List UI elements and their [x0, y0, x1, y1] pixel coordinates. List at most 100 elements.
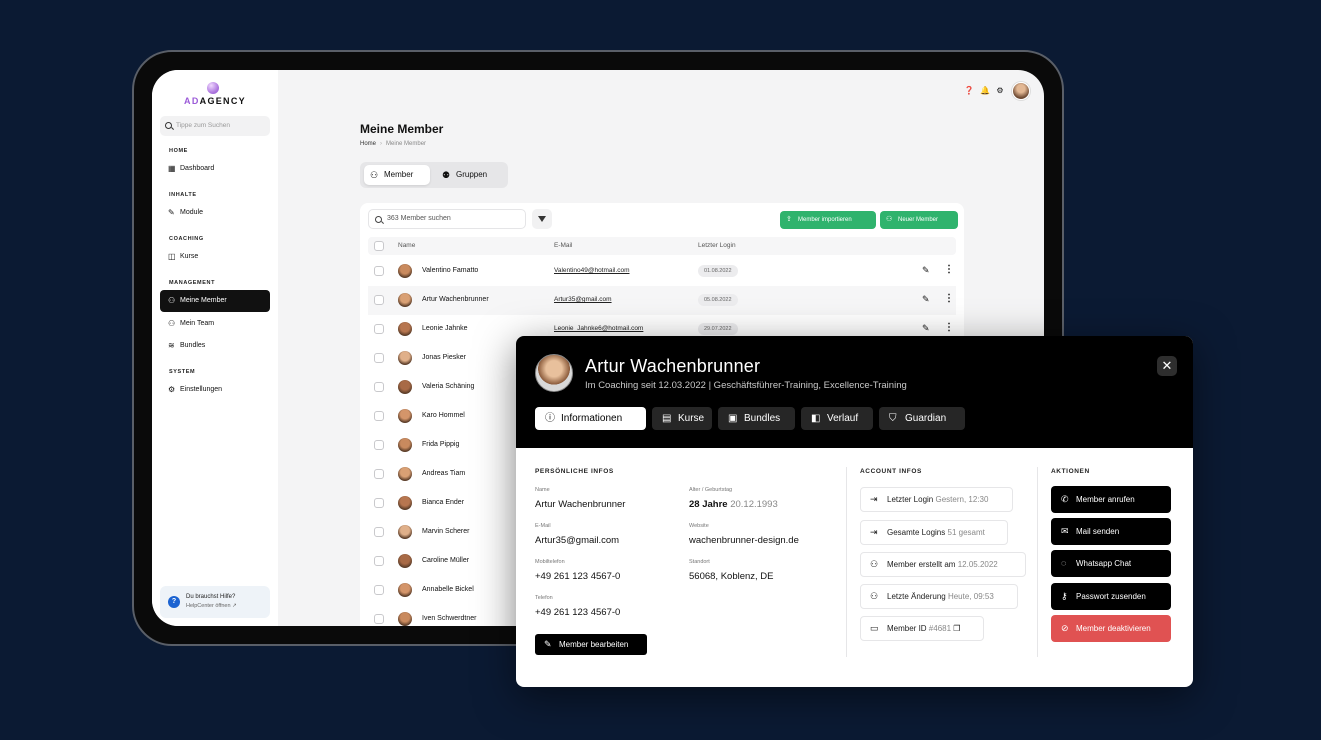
member-name[interactable]: Andreas Tiam [422, 470, 465, 477]
more-icon[interactable]: ⋮ [944, 293, 954, 304]
copy-icon[interactable]: ❐ [953, 624, 960, 633]
tab-verlauf[interactable]: ◧ Verlauf [801, 407, 873, 430]
member-name[interactable]: Frida Pippig [422, 441, 459, 448]
member-name[interactable]: Valeria Schäning [422, 383, 474, 390]
name-value: Artur Wachenbrunner [535, 499, 626, 510]
member-name[interactable]: Caroline Müller [422, 557, 469, 564]
tab-kurse[interactable]: ▤ Kurse [652, 407, 712, 430]
sidebar-item-kurse[interactable]: ◫ Kurse [160, 246, 270, 268]
send-password-button[interactable]: ⚷ Passwort zusenden [1051, 583, 1171, 610]
row-checkbox[interactable] [374, 585, 384, 595]
member-name[interactable]: Marvin Scherer [422, 528, 469, 535]
row-checkbox[interactable] [374, 527, 384, 537]
sidebar: ADAGENCY Tippe zum Suchen HOME ▦ Dashboar… [152, 70, 278, 626]
member-email[interactable]: Valentino49@hotmail.com [554, 267, 630, 274]
tab-bundles[interactable]: ▣ Bundles [718, 407, 795, 430]
column-name[interactable]: Name [398, 242, 415, 249]
tab-member[interactable]: ⚇ Member [364, 165, 430, 185]
column-email[interactable]: E-Mail [554, 242, 572, 249]
tab-guardian[interactable]: ⛉ Guardian [879, 407, 965, 430]
website-value[interactable]: wachenbrunner-design.de [689, 535, 799, 546]
ban-icon: ⊘ [1061, 623, 1069, 633]
breadcrumb-home[interactable]: Home [360, 141, 376, 147]
sidebar-item-meine-member[interactable]: ⚇ Meine Member [160, 290, 270, 312]
edit-icon[interactable]: ✎ [922, 323, 930, 334]
more-icon[interactable]: ⋮ [944, 322, 954, 333]
account-created: ⚇ Member erstellt am 12.05.2022 [860, 552, 1026, 577]
call-member-button[interactable]: ✆ Member anrufen [1051, 486, 1171, 513]
member-name[interactable]: Annabelle Bickel [422, 586, 474, 593]
stack-icon: ≋ [168, 341, 175, 350]
select-all-checkbox[interactable] [374, 241, 384, 251]
sidebar-item-module[interactable]: ✎ Module [160, 202, 270, 224]
add-user-icon: ⚇ [886, 216, 893, 223]
member-name[interactable]: Leonie Jahnke [422, 325, 468, 332]
whatsapp-chat-button[interactable]: ◌ Whatsapp Chat [1051, 550, 1171, 577]
column-last-login[interactable]: Letzter Login [698, 242, 736, 249]
table-row[interactable]: Valentino Famatto Valentino49@hotmail.com… [368, 257, 956, 286]
email-label: E-Mail [535, 523, 551, 529]
avatar [398, 612, 412, 626]
sidebar-search-input[interactable]: Tippe zum Suchen [160, 116, 270, 136]
row-checkbox[interactable] [374, 440, 384, 450]
row-checkbox[interactable] [374, 614, 384, 624]
import-icon: ⇪ [786, 216, 792, 223]
mail-icon: ✉ [1061, 526, 1069, 536]
edit-icon[interactable]: ✎ [922, 294, 930, 305]
member-name[interactable]: Valentino Famatto [422, 267, 478, 274]
member-email[interactable]: Leonie_Jahnke6@hotmail.com [554, 325, 643, 332]
last-login-badge: 29.07.2022 [698, 323, 738, 335]
row-checkbox[interactable] [374, 382, 384, 392]
sidebar-item-mein-team[interactable]: ⚇ Mein Team [160, 313, 270, 335]
help-center-card[interactable]: ? Du brauchst Hilfe? HelpCenter öffnen ↗ [160, 586, 270, 618]
more-icon[interactable]: ⋮ [944, 264, 954, 275]
send-mail-button[interactable]: ✉ Mail senden [1051, 518, 1171, 545]
help-icon: ? [168, 596, 180, 608]
row-checkbox[interactable] [374, 266, 384, 276]
member-name[interactable]: Artur Wachenbrunner [422, 296, 489, 303]
user-edit-icon: ⚇ [870, 591, 879, 601]
row-checkbox[interactable] [374, 469, 384, 479]
import-member-button[interactable]: ⇪ Member importieren [780, 211, 876, 229]
tab-gruppen[interactable]: ⚉ Gruppen [436, 165, 502, 185]
member-name: Artur Wachenbrunner [585, 356, 761, 376]
help-link[interactable]: HelpCenter öffnen ↗ [186, 603, 237, 609]
section-home: HOME [169, 148, 188, 154]
row-checkbox[interactable] [374, 324, 384, 334]
tab-informationen[interactable]: ⓘ Informationen [535, 407, 646, 430]
member-email[interactable]: Artur35@gmail.com [554, 296, 612, 303]
edit-member-button[interactable]: ✎ Member bearbeiten [535, 634, 647, 655]
deactivate-member-button[interactable]: ⊘ Member deaktivieren [1051, 615, 1171, 642]
help-icon[interactable]: ❓ [964, 87, 974, 95]
table-row[interactable]: Artur Wachenbrunner Artur35@gmail.com 05.0… [368, 286, 956, 315]
edit-icon[interactable]: ✎ [922, 265, 930, 276]
row-checkbox[interactable] [374, 353, 384, 363]
member-name[interactable]: Karo Hommel [422, 412, 465, 419]
member-name[interactable]: Jonas Piesker [422, 354, 466, 361]
login-icon: ⇥ [870, 494, 878, 504]
row-checkbox[interactable] [374, 295, 384, 305]
sidebar-item-bundles[interactable]: ≋ Bundles [160, 335, 270, 357]
member-name[interactable]: Iven Schwerdtner [422, 615, 476, 622]
new-member-button[interactable]: ⚇ Neuer Member [880, 211, 958, 229]
email-value[interactable]: Artur35@gmail.com [535, 535, 619, 546]
close-button[interactable]: ✕ [1157, 356, 1177, 376]
avatar[interactable] [1012, 82, 1030, 100]
logo[interactable]: ADAGENCY [152, 96, 278, 106]
member-name[interactable]: Bianca Ender [422, 499, 464, 506]
row-checkbox[interactable] [374, 498, 384, 508]
info-icon: ⓘ [545, 413, 555, 424]
age-label: Alter / Geburtstag [689, 487, 733, 493]
bell-icon[interactable]: 🔔 [980, 87, 990, 95]
member-search-input[interactable]: 363 Member suchen [368, 209, 526, 229]
filter-button[interactable] [532, 209, 552, 229]
history-icon: ◧ [811, 413, 821, 424]
sidebar-item-einstellungen[interactable]: ⚙ Einstellungen [160, 379, 270, 401]
member-detail-modal: Artur Wachenbrunner Im Coaching seit 12.… [516, 336, 1193, 687]
row-checkbox[interactable] [374, 411, 384, 421]
gear-icon[interactable]: ⚙ [996, 87, 1004, 95]
sidebar-item-dashboard[interactable]: ▦ Dashboard [160, 158, 270, 180]
section-management: MANAGEMENT [169, 280, 216, 286]
row-checkbox[interactable] [374, 556, 384, 566]
add-user-icon: ⚇ [870, 559, 879, 569]
